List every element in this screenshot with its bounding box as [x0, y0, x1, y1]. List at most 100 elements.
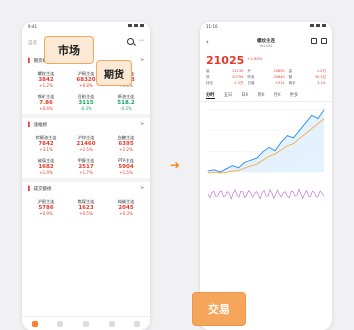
stat-value: 1.4万 [316, 69, 326, 73]
quote-cell[interactable]: 焦煤主连 1623 +0.5% [66, 196, 106, 219]
section-title: 涨幅榜 [33, 123, 47, 128]
tab-period[interactable]: 更多 [290, 92, 299, 99]
stat-item: 高 21130 [206, 69, 243, 74]
price-point [213, 169, 215, 171]
stat-value: 20640 [273, 75, 285, 79]
stats-grid: 高 21130 开 20850 量 1.4万低 20790 昨收 20640 额 30.1亿 持仓 2.… [200, 67, 332, 88]
tab-period[interactable]: 五日 [224, 92, 233, 99]
tab-watchlist[interactable]: 自选 [28, 40, 37, 46]
quote-change: +1.9% [39, 170, 53, 175]
search-icon[interactable] [321, 38, 327, 44]
stat-value: 21130 [232, 69, 244, 73]
quote-cell[interactable]: 玻璃主连 1682 +1.9% [26, 155, 66, 178]
section-more-icon[interactable]: > [140, 58, 144, 64]
stat-item: 额 30.1亿 [289, 75, 326, 80]
stat-value: +512 [275, 81, 285, 85]
quote-cell[interactable]: 螺纹主连 3842 +1.2% [26, 68, 66, 91]
stat-value: 2.3万 [234, 81, 244, 85]
callout-market: 市场 [44, 36, 94, 64]
quote-cell[interactable]: 棕榈油主连 7842 +3.1% [26, 132, 66, 155]
stat-label: 日增 [247, 81, 255, 85]
stat-value: 20850 [273, 69, 285, 73]
section-more-icon[interactable]: > [140, 122, 144, 128]
status-time: 11:10 [206, 24, 218, 29]
price-point [305, 122, 307, 124]
stat-label: 昨收 [247, 75, 255, 79]
nav-profile-icon[interactable] [134, 320, 141, 327]
tab-period[interactable]: 月K [273, 92, 280, 99]
nav-trade-icon[interactable] [82, 320, 89, 327]
price-point [219, 171, 221, 173]
quote-change: +0.9% [39, 211, 53, 216]
quote-change: +0.5% [79, 211, 93, 216]
section-more-icon[interactable]: > [140, 186, 144, 192]
search-icon[interactable] [127, 38, 134, 45]
stat-label: 持仓 [206, 81, 213, 85]
quote-cell[interactable]: 白糖主连 6395 +2.2% [106, 132, 146, 155]
status-bar: 9:41 [22, 22, 150, 32]
price-point [262, 151, 264, 153]
section-title: 成交额榜 [33, 187, 52, 192]
indicator-line [207, 188, 325, 200]
status-icons [128, 24, 144, 30]
price-row: 21025 +1.85% [200, 54, 332, 67]
share-icon[interactable] [311, 38, 317, 44]
price-point [231, 165, 233, 167]
nav-home-icon[interactable] [31, 320, 38, 327]
last-price: 21025 [206, 54, 245, 67]
price-point [311, 114, 313, 116]
quote-cell[interactable]: 沪锌主连 21460 +2.5% [66, 132, 106, 155]
quote-change: +3.1% [39, 147, 53, 152]
quote-cell[interactable]: 纯碱主连 2045 +0.3% [106, 196, 146, 219]
chart-period-tabs: 分时 五日 日K 周K 月K 更多 [200, 88, 332, 102]
stat-label: 高 [206, 69, 210, 73]
quote-cell[interactable]: 甲醇主连 2517 +1.7% [66, 155, 106, 178]
quote-grid: 沪银主连 5786 +0.9% 焦煤主连 1623 +0.5% 纯碱主连 2045 +0.3% [22, 196, 150, 219]
bottom-nav [22, 316, 150, 330]
stat-item: 低 20790 [206, 75, 243, 80]
price-point [225, 168, 227, 170]
quote-change: +1.2% [39, 83, 53, 88]
trade-button[interactable]: 交易 [192, 292, 246, 326]
nav-market-icon[interactable] [57, 320, 64, 327]
quote-cell[interactable]: 铁矿主连 7.86 +0.4% [26, 91, 66, 114]
quote-cell[interactable]: PTA主连 5904 +1.5% [106, 155, 146, 178]
price-chart[interactable] [200, 102, 332, 212]
stat-item: 换手 3.1% [289, 81, 326, 86]
stat-item: 开 20850 [247, 69, 284, 74]
detail-header: ‹ 螺纹主连 rb2405 [200, 32, 332, 54]
tab-period[interactable]: 周K [257, 92, 264, 99]
contract-detail-screen: 11:10 ‹ 螺纹主连 rb2405 21025 +1.85% 高 21130 开… [200, 22, 332, 330]
quote-change: +1.7% [79, 170, 93, 175]
price-point [256, 157, 258, 159]
section-gainers: ▌ 涨幅榜 > 棕榈油主连 7842 +3.1% 沪锌主连 21460 +2.5% 白糖主连 6… [22, 118, 150, 178]
stat-label: 低 [206, 75, 210, 79]
price-change: +1.85% [247, 56, 263, 61]
quote-change: +2.2% [119, 147, 133, 152]
quote-change: +0.3% [119, 211, 133, 216]
stat-item: 量 1.4万 [289, 69, 326, 74]
callout-futures: 期货 [96, 60, 132, 86]
quote-cell[interactable]: 原油主连 518.2 -0.2% [106, 91, 146, 114]
arrow-right-icon: ➜ [170, 158, 181, 172]
status-icons [310, 24, 326, 30]
price-point [250, 159, 252, 161]
more-icon[interactable]: ⋯ [138, 38, 144, 45]
stat-label: 开 [247, 69, 251, 73]
quote-change: -0.2% [120, 106, 132, 111]
stat-label: 换手 [288, 81, 296, 85]
tab-period[interactable]: 日K [241, 92, 248, 99]
tab-period[interactable]: 分时 [206, 92, 215, 99]
back-icon[interactable]: ‹ [206, 38, 209, 46]
quote-cell[interactable]: 豆粕主连 3115 -0.3% [66, 91, 106, 114]
stat-item: 日增 +512 [247, 81, 284, 86]
price-point [317, 118, 319, 120]
price-point [268, 146, 270, 148]
stat-value: 30.1亿 [314, 75, 326, 79]
quote-change: +0.4% [39, 106, 53, 111]
quote-cell[interactable]: 沪银主连 5786 +0.9% [26, 196, 66, 219]
quote-change: +1.5% [119, 170, 133, 175]
stat-item: 持仓 2.3万 [206, 81, 243, 86]
nav-news-icon[interactable] [108, 320, 115, 327]
contract-code: rb2405 [259, 44, 273, 48]
